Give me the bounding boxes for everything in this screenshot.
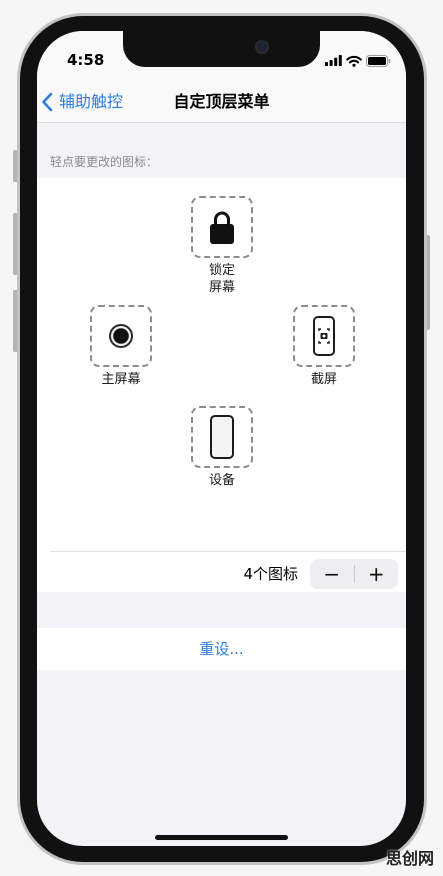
phone-screen: 4:58 辅助触控 自定顶层菜单 轻点要更改的图标： 锁定 屏幕 主屏幕 截屏 …: [37, 31, 406, 846]
device-icon: [210, 415, 234, 459]
reset-button[interactable]: 重设...: [37, 628, 406, 670]
menu-slot-screenshot[interactable]: 截屏: [293, 305, 355, 388]
status-icons: [325, 54, 391, 67]
icon-label-line: 设备: [208, 473, 235, 488]
icon-slot-box[interactable]: [191, 406, 253, 468]
icon-label: 设备: [191, 472, 253, 489]
front-camera: [257, 42, 267, 52]
icon-label: 截屏: [293, 371, 355, 388]
chevron-left-icon: [42, 92, 53, 112]
battery-icon: [366, 54, 391, 67]
icon-slot-box[interactable]: [293, 305, 355, 367]
back-button-label: 辅助触控: [59, 92, 124, 111]
watermark: 思创网: [386, 849, 435, 868]
decrement-button[interactable]: −: [310, 559, 354, 589]
icon-layout-card: 锁定 屏幕 主屏幕 截屏 设备 4个图标 − +: [37, 178, 406, 592]
icon-label-line: 截屏: [310, 372, 337, 387]
menu-slot-home[interactable]: 主屏幕: [90, 305, 152, 388]
menu-slot-lock-screen[interactable]: 锁定 屏幕: [191, 196, 253, 296]
notch: [123, 31, 320, 67]
icon-label: 主屏幕: [90, 371, 152, 388]
cellular-signal-icon: [325, 55, 342, 66]
page-title: 自定顶层菜单: [173, 92, 270, 111]
wifi-icon: [346, 55, 362, 67]
menu-slot-device[interactable]: 设备: [191, 406, 253, 489]
icon-label: 锁定 屏幕: [191, 262, 253, 296]
icon-count-stepper[interactable]: − +: [310, 559, 398, 589]
icon-label-line: 锁定: [208, 263, 235, 278]
icon-slot-box[interactable]: [191, 196, 253, 258]
icon-label-line: 屏幕: [208, 280, 235, 295]
icon-slot-box[interactable]: [90, 305, 152, 367]
divider: [50, 551, 406, 552]
icon-label-line: 主屏幕: [101, 372, 141, 387]
reset-button-label: 重设...: [199, 640, 244, 658]
back-button[interactable]: 辅助触控: [41, 91, 123, 113]
section-header: 轻点要更改的图标：: [50, 155, 159, 169]
home-indicator[interactable]: [155, 835, 288, 840]
home-button-icon: [109, 324, 133, 348]
lock-icon: [210, 211, 234, 244]
icon-count-label: 4个图标: [243, 565, 298, 583]
increment-button[interactable]: +: [355, 559, 399, 589]
status-time: 4:58: [67, 51, 105, 69]
screenshot-icon: [313, 316, 335, 356]
